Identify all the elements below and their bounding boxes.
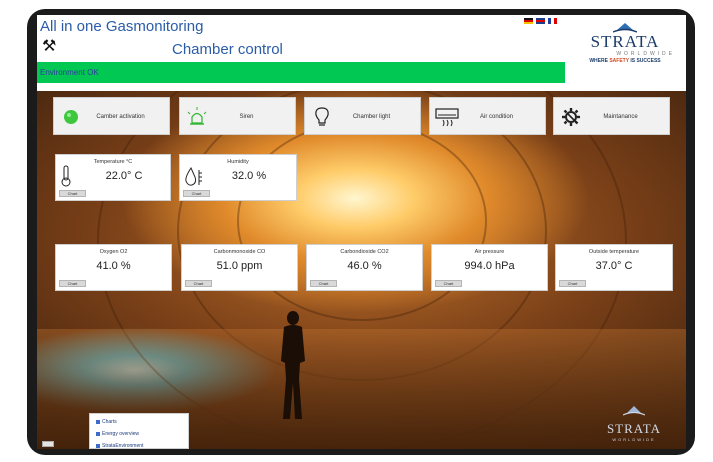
watermark-name: STRATA bbox=[606, 421, 662, 436]
logo-tagline-pre: WHERE bbox=[589, 58, 610, 64]
logo-name: STRATA bbox=[590, 32, 660, 51]
sensor-card-carbondioxide: Carbondioxide CO2 46.0 % Chart bbox=[306, 244, 423, 291]
sensor-title: Temperature °C bbox=[93, 159, 133, 165]
logo-tagline-highlight: SAFETY bbox=[609, 58, 629, 64]
sensor-title: Oxygen O2 bbox=[99, 249, 128, 255]
sensor-value: 46.0 % bbox=[347, 260, 382, 272]
sensor-title: Carbondioxide CO2 bbox=[340, 249, 389, 255]
chart-button[interactable]: Chart bbox=[59, 280, 86, 287]
sensor-card-air-pressure: Air pressure 994.0 hPa Chart bbox=[431, 244, 548, 291]
strata-logo: STRATA WORLDWIDE WHERE SAFETY IS SUCCESS bbox=[569, 23, 681, 64]
document-icon bbox=[96, 444, 100, 448]
menu-toggle-button[interactable] bbox=[42, 441, 54, 447]
maintenance-button[interactable]: Maintanance bbox=[553, 97, 670, 135]
maintenance-label: Maintanance bbox=[603, 114, 638, 120]
document-icon bbox=[96, 420, 100, 424]
nav-item-energy-overview[interactable]: Energy overview bbox=[96, 431, 139, 437]
chamber-activation-button[interactable]: Camber activation bbox=[53, 97, 170, 135]
nav-item-strata-environment[interactable]: StrataEnvironment bbox=[96, 443, 143, 449]
chart-button[interactable]: Chart bbox=[185, 280, 212, 287]
nav-item-label: StrataEnvironment bbox=[102, 443, 144, 449]
chart-button[interactable]: Chart bbox=[183, 190, 210, 197]
chart-button[interactable]: Chart bbox=[435, 280, 462, 287]
sensor-value: 994.0 hPa bbox=[464, 260, 515, 272]
logo-tagline-post: IS SUCCESS bbox=[628, 58, 661, 64]
sensor-value: 37.0° C bbox=[595, 260, 633, 272]
sensor-title: Air pressure bbox=[474, 249, 505, 255]
chart-button[interactable]: Chart bbox=[559, 280, 586, 287]
sensor-value: 41.0 % bbox=[96, 260, 131, 272]
chart-button[interactable]: Chart bbox=[310, 280, 337, 287]
chamber-light-label: Chamber light bbox=[352, 114, 391, 120]
app-title: All in one Gasmonitoring bbox=[40, 18, 204, 35]
sensor-card-temperature: Temperature °C 22.0° C Chart bbox=[55, 154, 171, 201]
sensor-title: Outside temperature bbox=[588, 249, 640, 255]
sensor-value: 22.0° C bbox=[105, 170, 143, 182]
chart-button[interactable]: Chart bbox=[59, 190, 86, 197]
sensor-value: 32.0 % bbox=[231, 170, 267, 182]
language-switcher bbox=[524, 18, 557, 24]
siren-button[interactable]: Siren bbox=[179, 97, 296, 135]
worker-silhouette bbox=[281, 311, 305, 419]
sensor-card-carbonmonoxide: Carbonmonoxide CO 51.0 ppm Chart bbox=[181, 244, 298, 291]
hammer-and-pick-icon: ⚒ bbox=[42, 38, 57, 55]
nav-item-label: Charts bbox=[102, 419, 117, 425]
flag-de-icon[interactable] bbox=[524, 18, 533, 24]
navigation-panel: Charts Energy overview StrataEnvironment bbox=[89, 413, 189, 449]
watermark-sub: WORLDWIDE bbox=[612, 437, 656, 442]
siren-label: Siren bbox=[239, 114, 254, 120]
sensor-card-oxygen: Oxygen O2 41.0 % Chart bbox=[55, 244, 172, 291]
sensor-title: Carbonmonoxide CO bbox=[213, 249, 266, 255]
strata-watermark-mark-icon bbox=[622, 406, 646, 416]
sensor-card-outside-temperature: Outside temperature 37.0° C Chart bbox=[555, 244, 673, 291]
sensor-value: 51.0 ppm bbox=[216, 260, 263, 272]
status-bar: Environment OK bbox=[37, 62, 565, 83]
flag-uk-icon[interactable] bbox=[536, 18, 545, 24]
app-screen: All in one Gasmonitoring ⚒ Chamber contr… bbox=[37, 15, 686, 449]
chamber-activation-label: Camber activation bbox=[96, 114, 145, 120]
nav-item-label: Energy overview bbox=[102, 431, 139, 437]
air-condition-button[interactable]: Air condition bbox=[429, 97, 546, 135]
document-icon bbox=[96, 432, 100, 436]
flag-fr-icon[interactable] bbox=[548, 18, 557, 24]
logo-tagline: WHERE SAFETY IS SUCCESS bbox=[569, 58, 681, 64]
logo-sub: WORLDWIDE bbox=[616, 51, 675, 57]
chamber-light-button[interactable]: Chamber light bbox=[304, 97, 421, 135]
page-title: Chamber control bbox=[172, 41, 283, 58]
tunnel-ring bbox=[237, 121, 487, 321]
nav-item-charts[interactable]: Charts bbox=[96, 419, 117, 425]
strata-watermark: STRATA WORLDWIDE bbox=[599, 403, 669, 442]
sensor-card-humidity: Humidity 32.0 % Chart bbox=[179, 154, 297, 201]
air-condition-label: Air condition bbox=[479, 114, 514, 120]
